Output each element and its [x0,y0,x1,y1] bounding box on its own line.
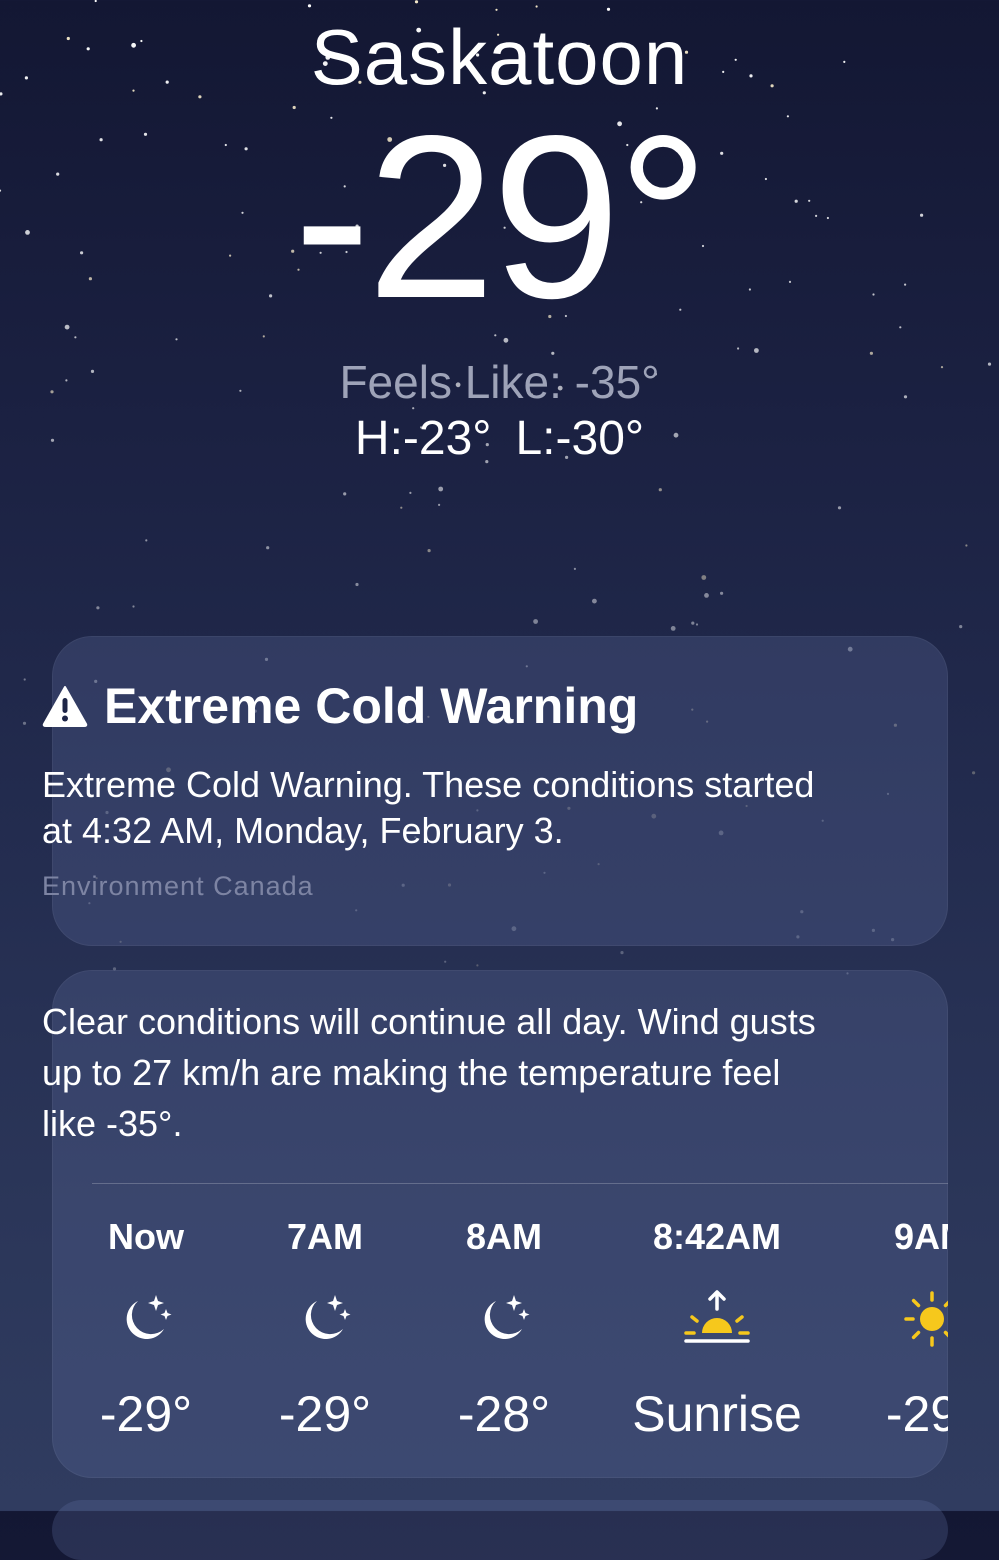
hour-time: 8:42AM [652,1216,782,1257]
star [670,626,676,631]
star [444,960,447,963]
hour-now: Now -29° [52,1212,246,1444]
alert-title-row[interactable]: Extreme Cold Warning [42,676,638,736]
star [355,582,359,587]
hour-sunrise-label: Sunrise [632,1386,802,1442]
star [535,5,538,8]
alert-description: Extreme Cold Warning. These conditions s… [42,764,815,851]
star [476,964,479,967]
high-temperature: H:-23° [354,412,492,465]
star [959,625,963,629]
star [438,503,441,506]
star [22,721,27,725]
hour-temperature: -28° [457,1386,551,1442]
hour-time: 8AM [465,1216,542,1257]
star [145,539,148,542]
star [606,7,611,11]
star [737,347,740,350]
hour-time: Now [108,1216,184,1257]
hour-7am: 7AM -29° [225,1212,425,1444]
star [400,506,403,509]
star [266,546,270,550]
star [754,348,759,353]
star [94,0,97,3]
hour-time: 7AM [286,1216,363,1257]
star [720,591,724,595]
sunrise-icon [617,1274,817,1364]
star [23,678,26,681]
star [620,951,624,955]
alert-source: Environment Canada [42,871,314,901]
star [533,619,538,624]
star [837,506,842,510]
low-temperature: L:-30° [515,412,645,465]
star [704,593,709,598]
star [175,338,178,341]
current-temperature: -29° [293,88,709,347]
hour-temperature: -29° [99,1386,193,1442]
star [409,491,412,494]
star [132,605,135,608]
forecast-summary: Clear conditions will continue all day. … [42,1001,816,1144]
star [96,606,100,610]
hour-temperature: -29° [885,1386,948,1442]
high-low-temperature: H:-23° L:-30° [0,412,999,466]
hourly-scroll-strip[interactable]: Now -29° 7AM -29° 8AM -28° 8:42AM Sunris… [52,1190,948,1478]
star [495,8,498,11]
moon-stars-icon [404,1274,604,1364]
star [307,4,312,8]
star [869,351,874,355]
moon-stars-icon [225,1274,425,1364]
next-card-peek [52,1500,948,1560]
hour-9am: 9AM -29° [832,1212,948,1444]
star [573,567,577,571]
forecast-divider [92,1183,948,1184]
sun-icon [832,1274,948,1364]
moon-stars-icon [52,1274,246,1364]
feels-like-temperature: Feels Like: -35° [339,356,660,408]
warning-triangle-icon [42,686,88,727]
star [438,486,444,492]
hour-8am: 8AM -28° [404,1212,604,1444]
star [343,492,347,496]
star [972,771,976,775]
star [691,621,695,625]
hour-time: 9AM [893,1216,948,1257]
star [658,488,662,492]
star [701,575,707,580]
star [592,598,597,604]
hour-sunrise: 8:42AM Sunrise [617,1212,817,1444]
star [965,544,968,547]
star [551,351,555,355]
star [695,623,699,626]
alert-title: Extreme Cold Warning [104,678,639,734]
star [414,0,419,4]
hour-temperature: -29° [278,1386,372,1442]
star [427,549,431,553]
